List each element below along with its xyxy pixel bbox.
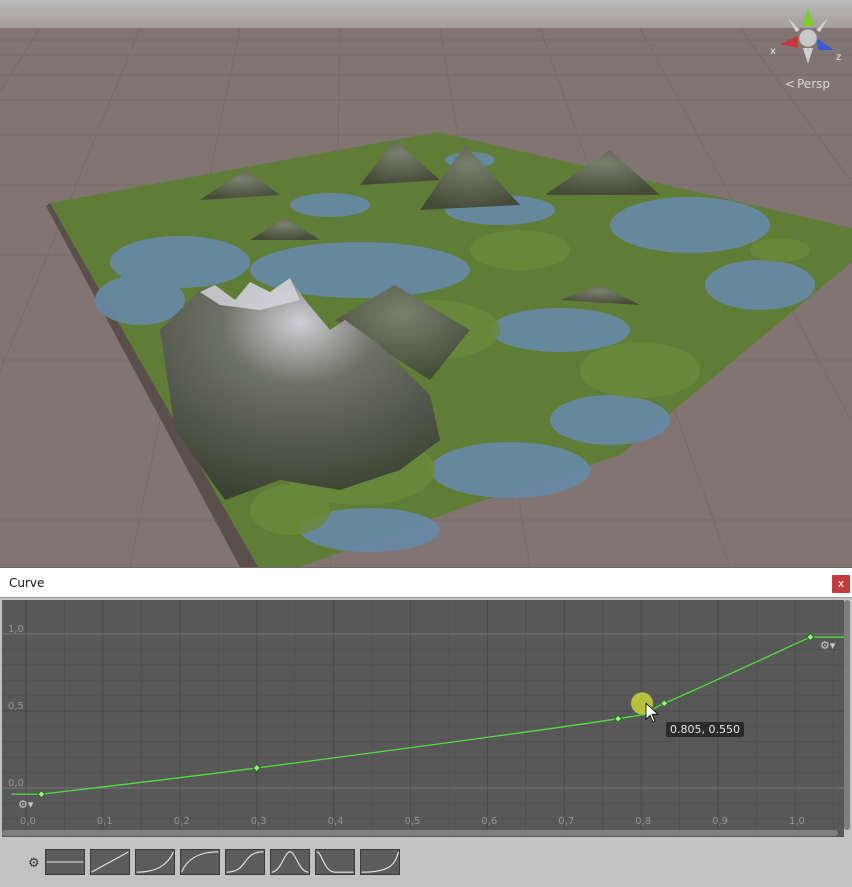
preset-ease-out-button[interactable]	[180, 849, 220, 875]
vertical-scrollbar[interactable]	[844, 600, 850, 830]
x-tick-label: 0,1	[96, 816, 113, 827]
preset-exponential-button[interactable]	[360, 849, 400, 875]
key-settings-gear-icon[interactable]: ⚙▾	[18, 798, 33, 811]
y-tick-label: 1,0	[8, 624, 24, 635]
preset-linear-button[interactable]	[90, 849, 130, 875]
x-tick-label: 0,7	[558, 816, 575, 827]
x-tick-label: 1,0	[789, 816, 805, 827]
preset-flat-button[interactable]	[45, 849, 85, 875]
y-tick-label: 0,0	[8, 778, 24, 789]
x-tick-label: 0,9	[712, 816, 728, 827]
preset-ease-out-icon	[181, 851, 219, 873]
preset-ease-in-out-icon	[226, 851, 264, 873]
x-tick-label: 0,5	[404, 816, 421, 827]
preset-linear-icon	[91, 851, 129, 873]
y-tick-label: 0,5	[8, 701, 24, 712]
key-settings-gear-icon-right[interactable]: ⚙▾	[820, 639, 835, 652]
key-value-tooltip: 0.805, 0.550	[666, 722, 744, 737]
preset-ease-in-icon	[136, 851, 174, 873]
gear-icon[interactable]: ⚙	[28, 856, 40, 871]
curve-key[interactable]	[660, 699, 669, 708]
x-tick-label: 0,8	[635, 816, 652, 827]
scene-view[interactable]: x z < Persp	[0, 0, 852, 567]
window-titlebar[interactable]: Curve x	[0, 568, 852, 598]
preset-bell-icon	[271, 851, 309, 873]
preset-valley-button[interactable]	[315, 849, 355, 875]
preset-valley-icon	[316, 851, 354, 873]
close-button[interactable]: x	[832, 575, 850, 593]
curve-key[interactable]	[252, 763, 261, 773]
preset-flat-icon	[46, 861, 84, 863]
x-tick-label: 0,3	[250, 816, 267, 827]
x-tick-label: 0,0	[20, 816, 36, 827]
window-title: Curve	[9, 576, 45, 590]
chevron-left-icon: <	[784, 77, 795, 91]
curve-graph[interactable]: 1,0 0,5 0,0 0,0 0,1 0,2 0,3 0,4 0,5 0,6 0,7 0,8 0,9 1…	[2, 600, 844, 837]
curve-line[interactable]	[11, 636, 844, 795]
curve-editor-window[interactable]: Curve x 1,0 0,5 0,0 0,0 0,1 0,2 0,3 0,4 0,5 0,6 0,…	[0, 567, 852, 887]
preset-ease-in-out-button[interactable]	[225, 849, 265, 875]
scene-canvas[interactable]: x z	[0, 0, 852, 567]
presets-bar: ⚙	[0, 841, 852, 887]
x-tick-label: 0,2	[173, 816, 190, 827]
gizmo-x-label: x	[770, 46, 776, 57]
preset-bell-button[interactable]	[270, 849, 310, 875]
curve-key[interactable]	[37, 789, 46, 799]
preset-exponential-icon	[361, 851, 399, 873]
gizmo-z-label: z	[836, 52, 841, 63]
horizontal-scrollbar[interactable]	[2, 830, 838, 836]
gizmo-center[interactable]	[798, 28, 818, 48]
x-tick-label: 0,6	[481, 816, 498, 827]
curve-graph-canvas[interactable]	[2, 600, 844, 837]
projection-toggle[interactable]: < Persp	[785, 77, 830, 91]
x-tick-label: 0,4	[327, 816, 344, 827]
curve-key[interactable]	[806, 632, 815, 642]
curve-key[interactable]	[613, 714, 623, 723]
projection-label: Persp	[797, 77, 830, 91]
preset-ease-in-button[interactable]	[135, 849, 175, 875]
